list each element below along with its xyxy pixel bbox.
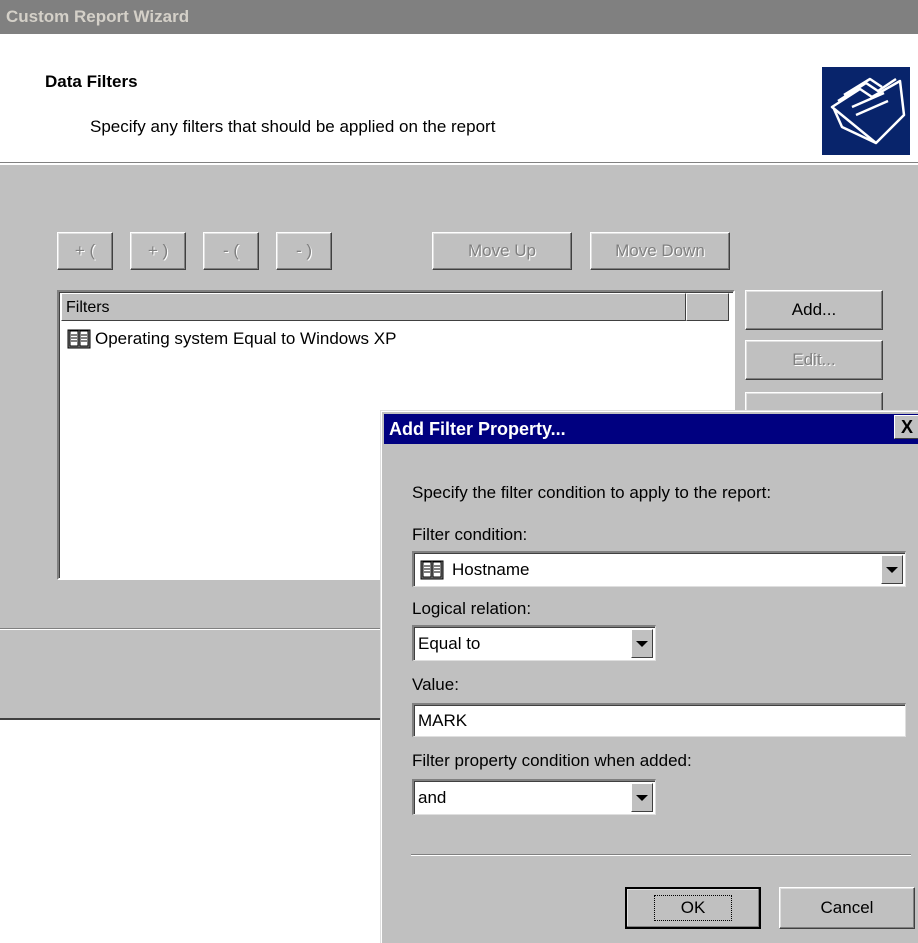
value-label: Value: — [412, 675, 459, 694]
filter-condition-label: Filter condition: — [412, 525, 528, 544]
filter-condition-value: Hostname — [452, 559, 530, 579]
dialog-title: Add Filter Property... — [389, 419, 566, 439]
logical-relation-value: Equal to — [418, 633, 481, 653]
value-input[interactable]: MARK — [412, 703, 906, 737]
page-subtitle: Specify any filters that should be appli… — [90, 117, 496, 136]
added-condition-label: Filter property condition when added: — [412, 751, 692, 770]
added-condition-dropdown[interactable]: and — [412, 779, 656, 815]
edit-button[interactable]: Edit... — [745, 340, 883, 380]
close-icon[interactable]: X — [894, 415, 918, 439]
chevron-down-icon[interactable] — [881, 555, 903, 584]
filter-condition-dropdown[interactable]: Hostname — [412, 551, 906, 587]
add-open-paren-button[interactable]: + ( — [57, 232, 113, 270]
dialog-titlebar[interactable]: Add Filter Property... — [384, 414, 918, 444]
book-icon — [67, 329, 91, 349]
move-down-button[interactable]: Move Down — [590, 232, 730, 270]
wizard-titlebar[interactable]: Custom Report Wizard — [0, 0, 918, 34]
remove-open-paren-button[interactable]: - ( — [203, 232, 259, 270]
dialog-instruction: Specify the filter condition to apply to… — [412, 483, 772, 502]
book-icon — [420, 560, 444, 579]
ok-button[interactable]: OK — [625, 887, 761, 929]
edit-button-label: Edit... — [792, 350, 836, 369]
list-item[interactable]: Operating system Equal to Windows XP — [67, 328, 396, 350]
ok-button-label: OK — [653, 895, 733, 921]
filters-column-header[interactable]: Filters — [61, 293, 686, 321]
add-button[interactable]: Add... — [745, 290, 883, 330]
folders-icon — [822, 67, 910, 155]
added-condition-value: and — [418, 787, 447, 807]
add-filter-property-dialog: Add Filter Property... X Specify the fil… — [380, 410, 918, 943]
chevron-down-icon[interactable] — [631, 783, 653, 812]
chevron-down-icon[interactable] — [631, 629, 653, 658]
logical-relation-dropdown[interactable]: Equal to — [412, 625, 656, 661]
add-close-paren-button[interactable]: + ) — [130, 232, 186, 270]
extra-column-header[interactable] — [686, 293, 729, 321]
page-title: Data Filters — [45, 72, 138, 91]
list-item-label: Operating system Equal to Windows XP — [95, 329, 397, 348]
move-up-button[interactable]: Move Up — [432, 232, 572, 270]
wizard-header: Data Filters Specify any filters that sh… — [0, 34, 918, 165]
logical-relation-label: Logical relation: — [412, 599, 532, 618]
remove-close-paren-button[interactable]: - ) — [276, 232, 332, 270]
cancel-button-label: Cancel — [820, 898, 874, 917]
add-button-label: Add... — [791, 300, 837, 319]
dialog-separator — [411, 854, 911, 856]
cancel-button[interactable]: Cancel — [779, 887, 915, 929]
